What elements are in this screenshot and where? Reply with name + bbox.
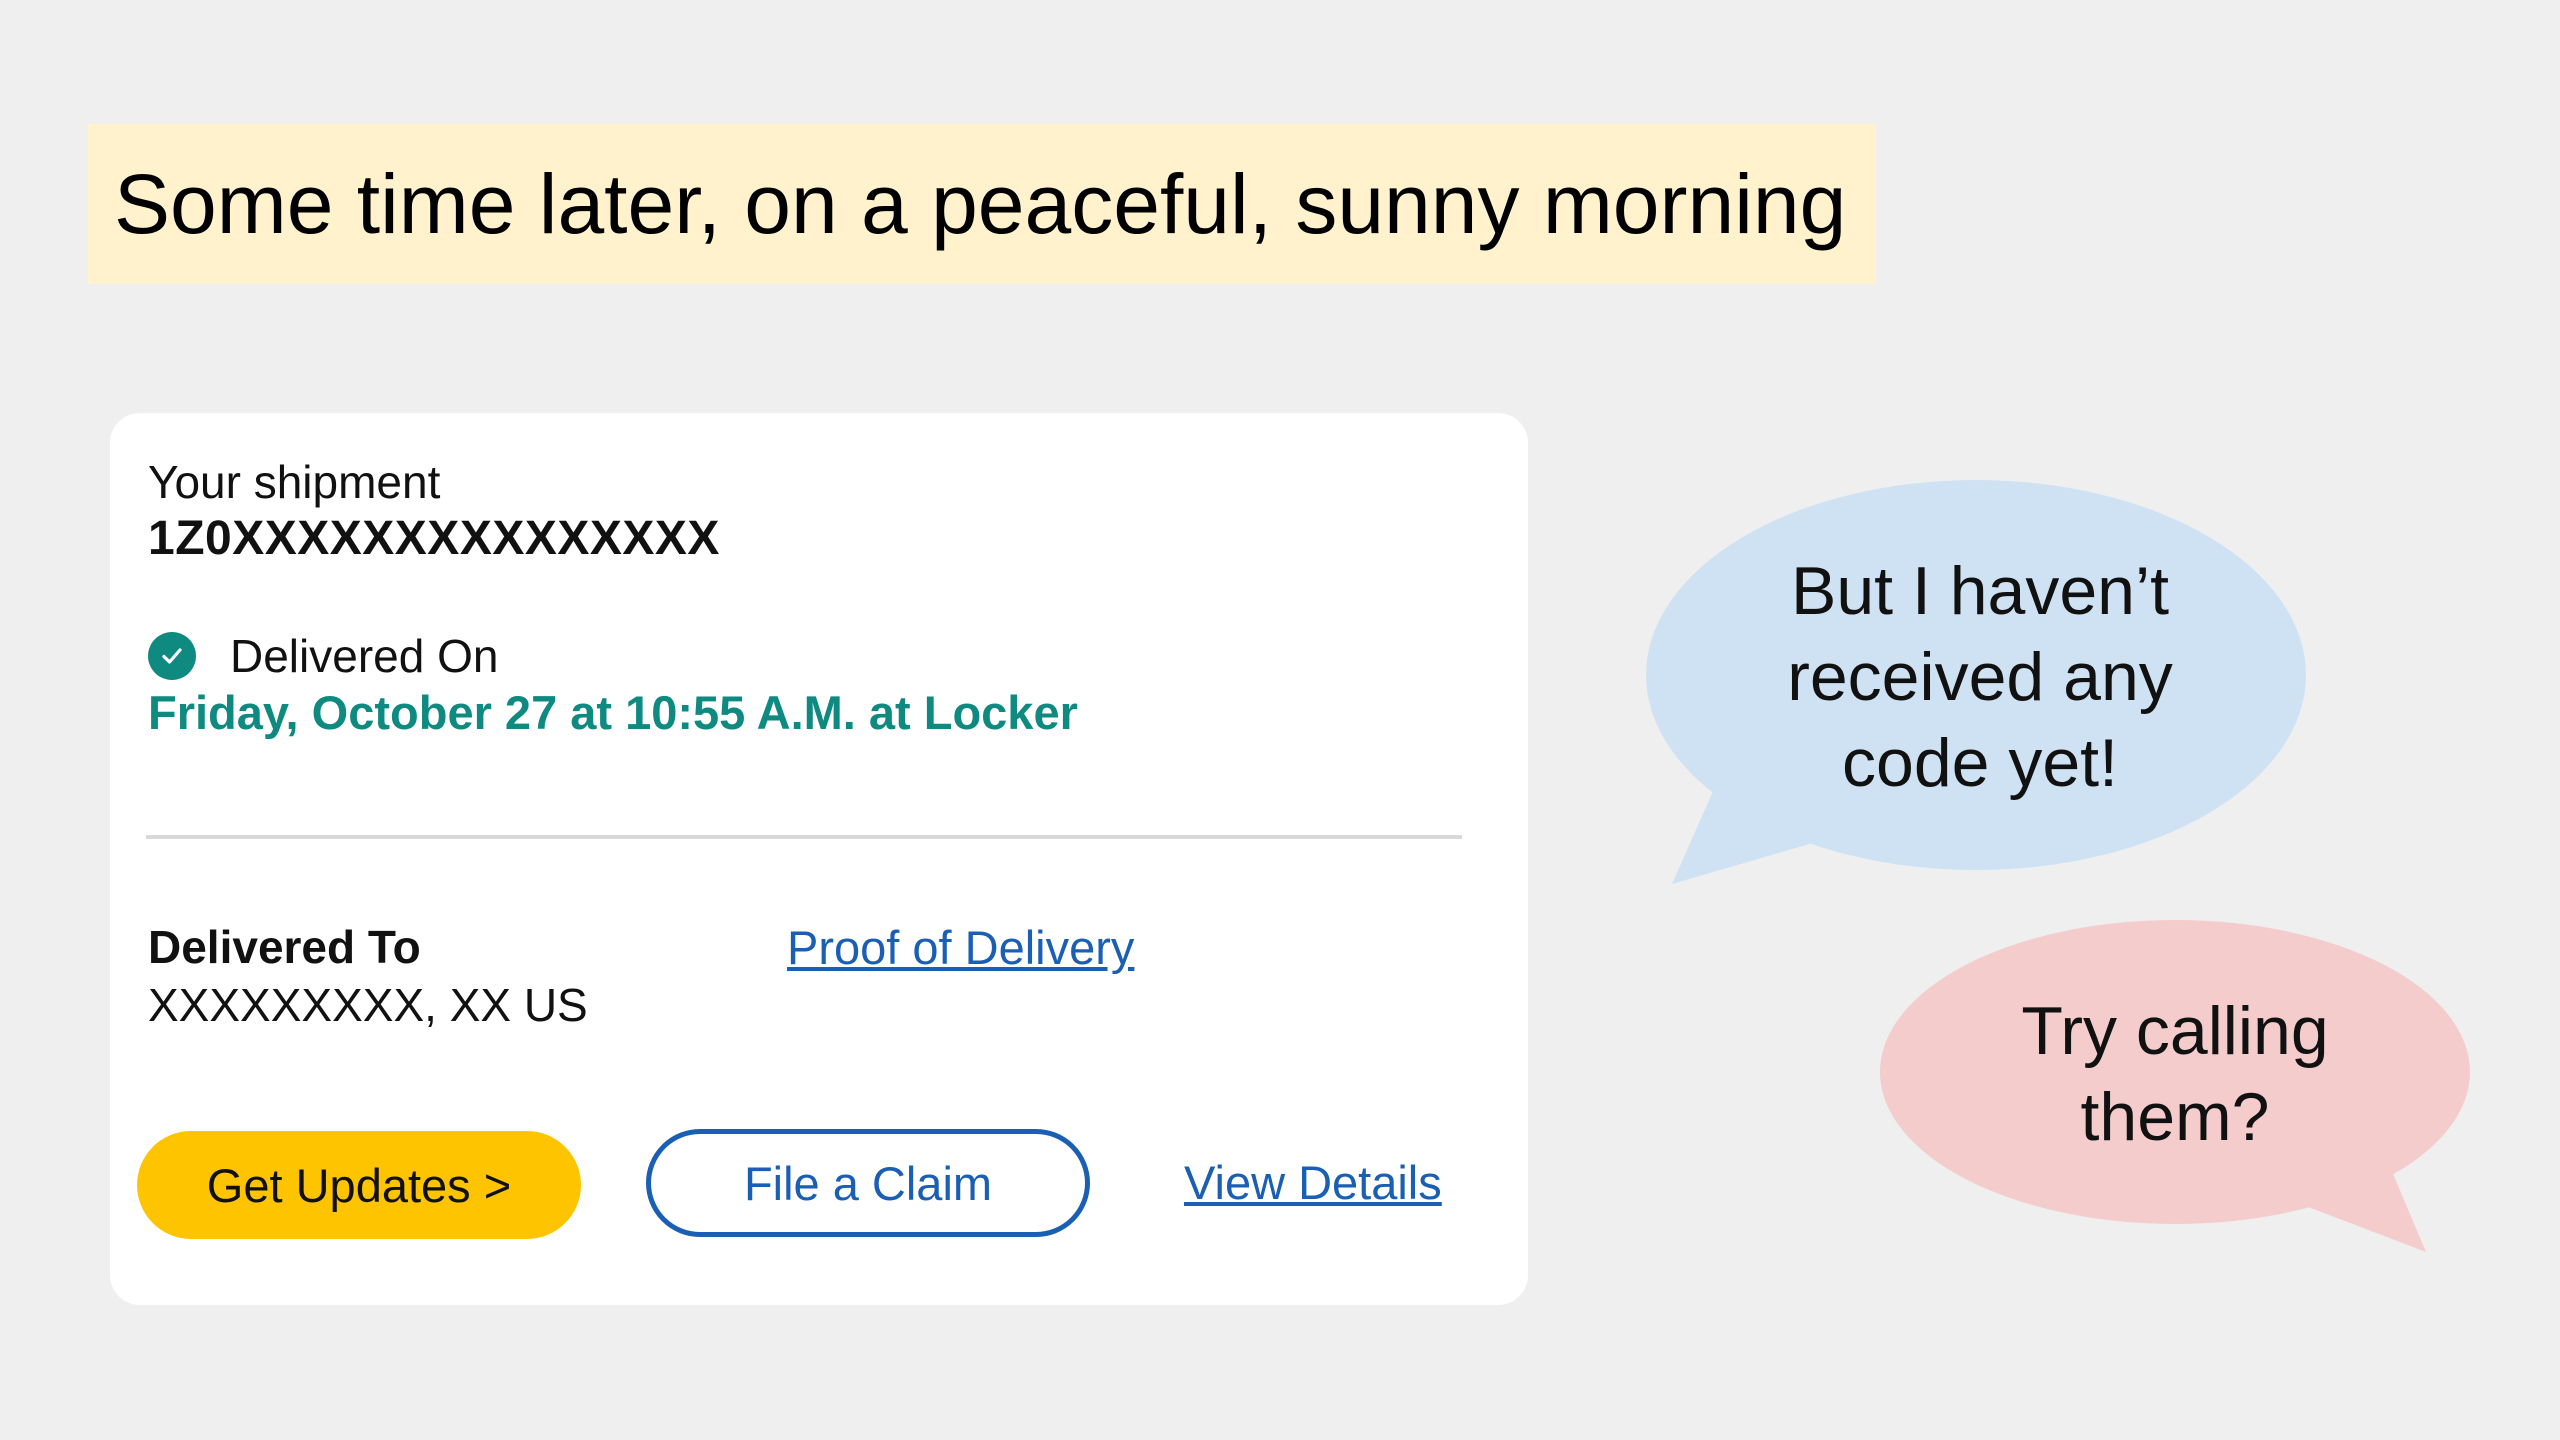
- bubble-line: Try calling: [2021, 993, 2329, 1069]
- bubble-line: But I haven’t: [1790, 553, 2170, 629]
- bubble-line: them?: [2080, 1079, 2270, 1155]
- blue-bubble-text: But I haven’t received any code yet!: [1680, 548, 2280, 806]
- bubble-line: received any: [1787, 639, 2173, 715]
- bubble-line: code yet!: [1842, 725, 2118, 801]
- pink-bubble-text: Try calling them?: [1890, 988, 2460, 1160]
